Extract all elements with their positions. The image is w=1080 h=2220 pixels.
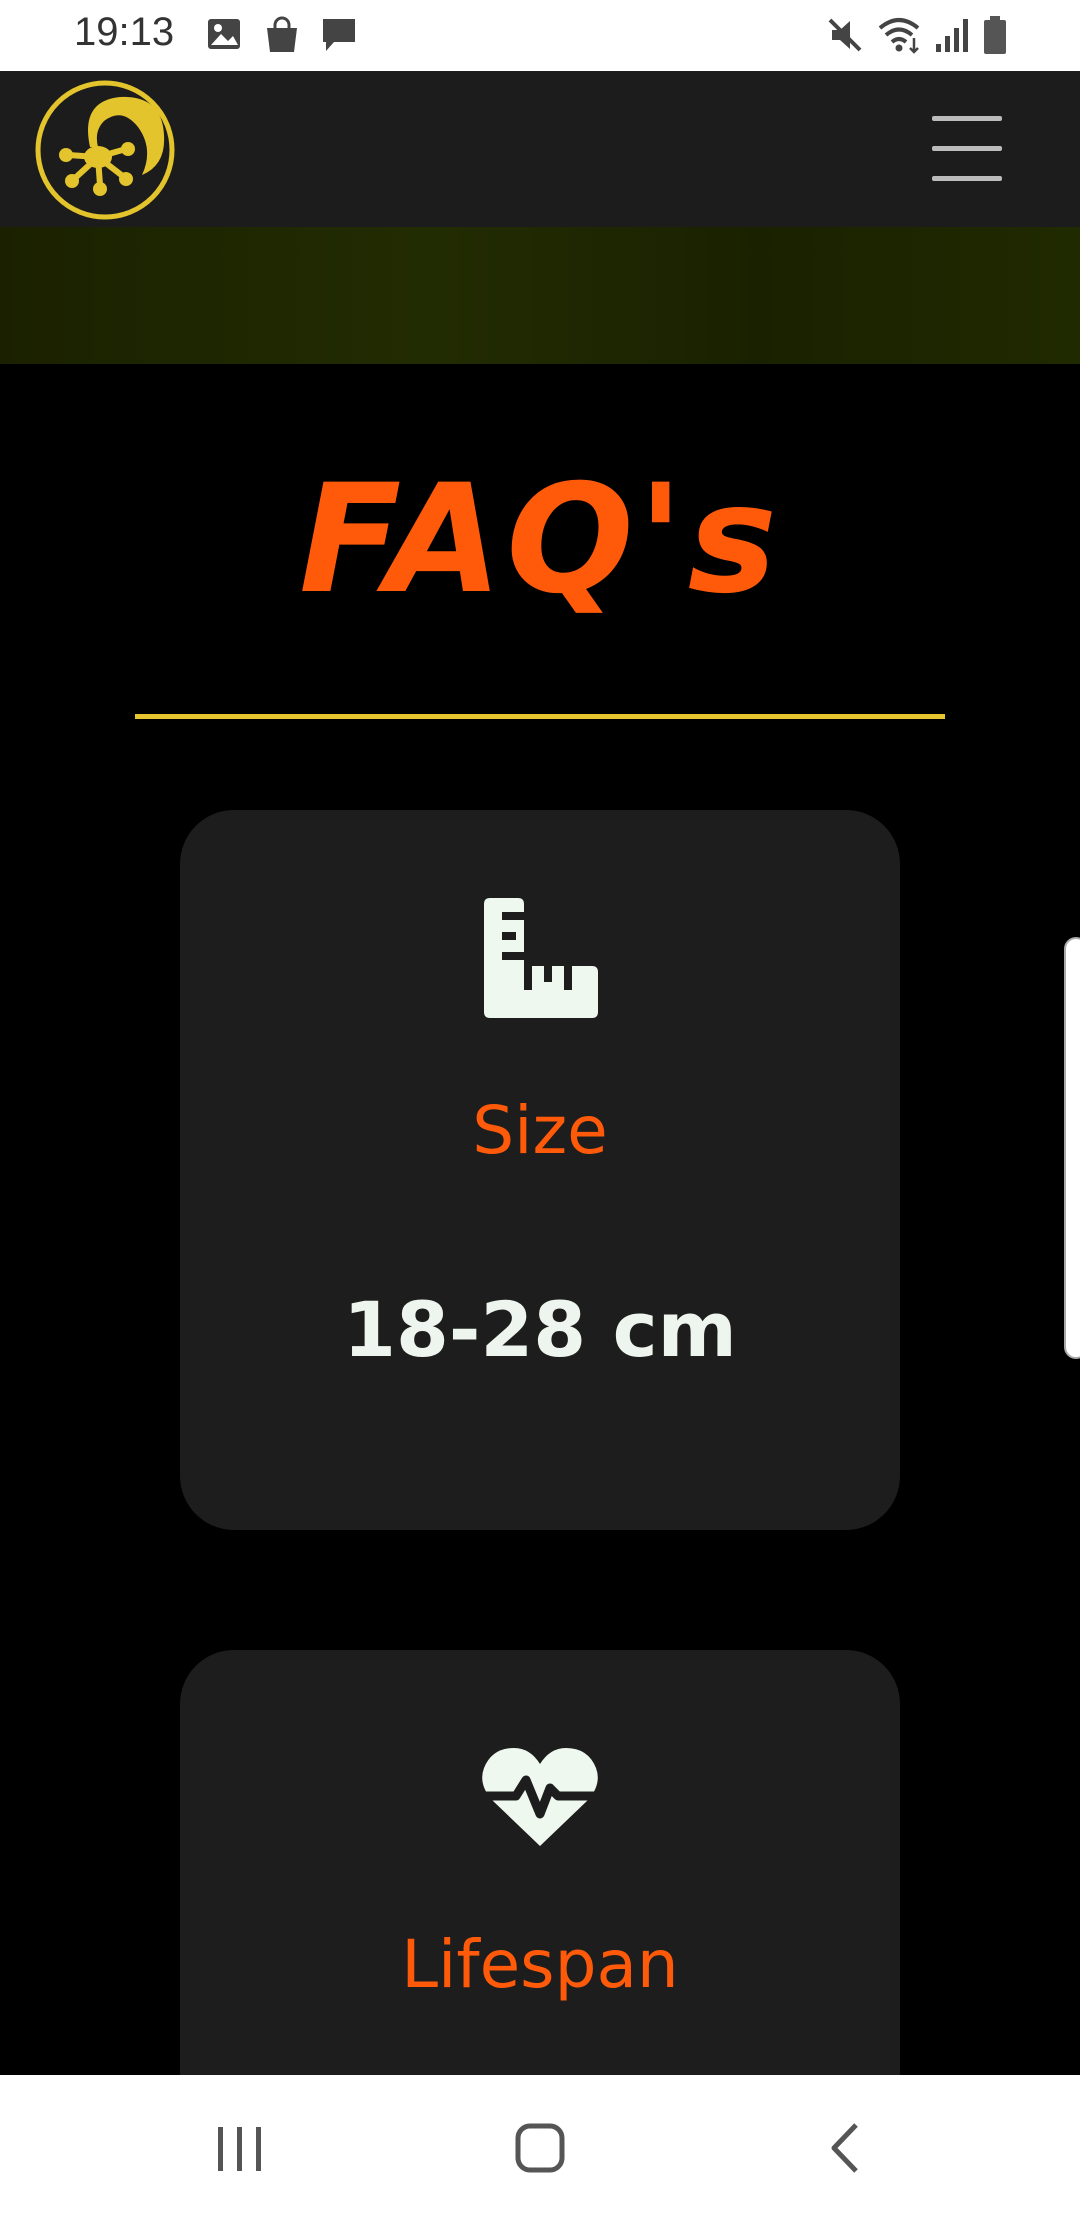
- system-nav-bar: [0, 2075, 1080, 2220]
- recent-apps-icon[interactable]: [200, 2113, 280, 2183]
- heartbeat-icon: [478, 1748, 602, 1846]
- message-icon: [323, 19, 355, 51]
- menu-line: [932, 146, 1002, 151]
- card-label-lifespan: Lifespan: [401, 1926, 679, 2003]
- page-title: FAQ's: [299, 453, 781, 627]
- status-time: 19:13: [74, 10, 175, 54]
- wifi-icon: [878, 18, 920, 54]
- faq-card-size: Size 18-28 cm: [180, 810, 900, 1530]
- menu-line: [932, 176, 1002, 181]
- mute-icon: [828, 18, 862, 52]
- hero-banner: [0, 227, 1080, 364]
- site-header: [0, 71, 1080, 227]
- ruler-icon: [484, 898, 598, 1018]
- menu-line: [932, 116, 1002, 121]
- home-icon[interactable]: [500, 2113, 580, 2183]
- card-label-size: Size: [472, 1092, 608, 1169]
- scrollbar[interactable]: [1064, 937, 1080, 1359]
- back-icon[interactable]: [806, 2113, 886, 2183]
- signal-icon: [936, 19, 968, 52]
- hamburger-menu-icon[interactable]: [928, 116, 1006, 182]
- gecko-logo-icon[interactable]: [34, 79, 176, 221]
- status-bar: 19:13: [0, 0, 1080, 71]
- shopping-bag-icon: [267, 16, 297, 52]
- battery-icon: [984, 16, 1006, 54]
- card-value-size: 18-28 cm: [343, 1285, 737, 1374]
- title-divider: [135, 714, 945, 719]
- image-icon: [208, 19, 240, 49]
